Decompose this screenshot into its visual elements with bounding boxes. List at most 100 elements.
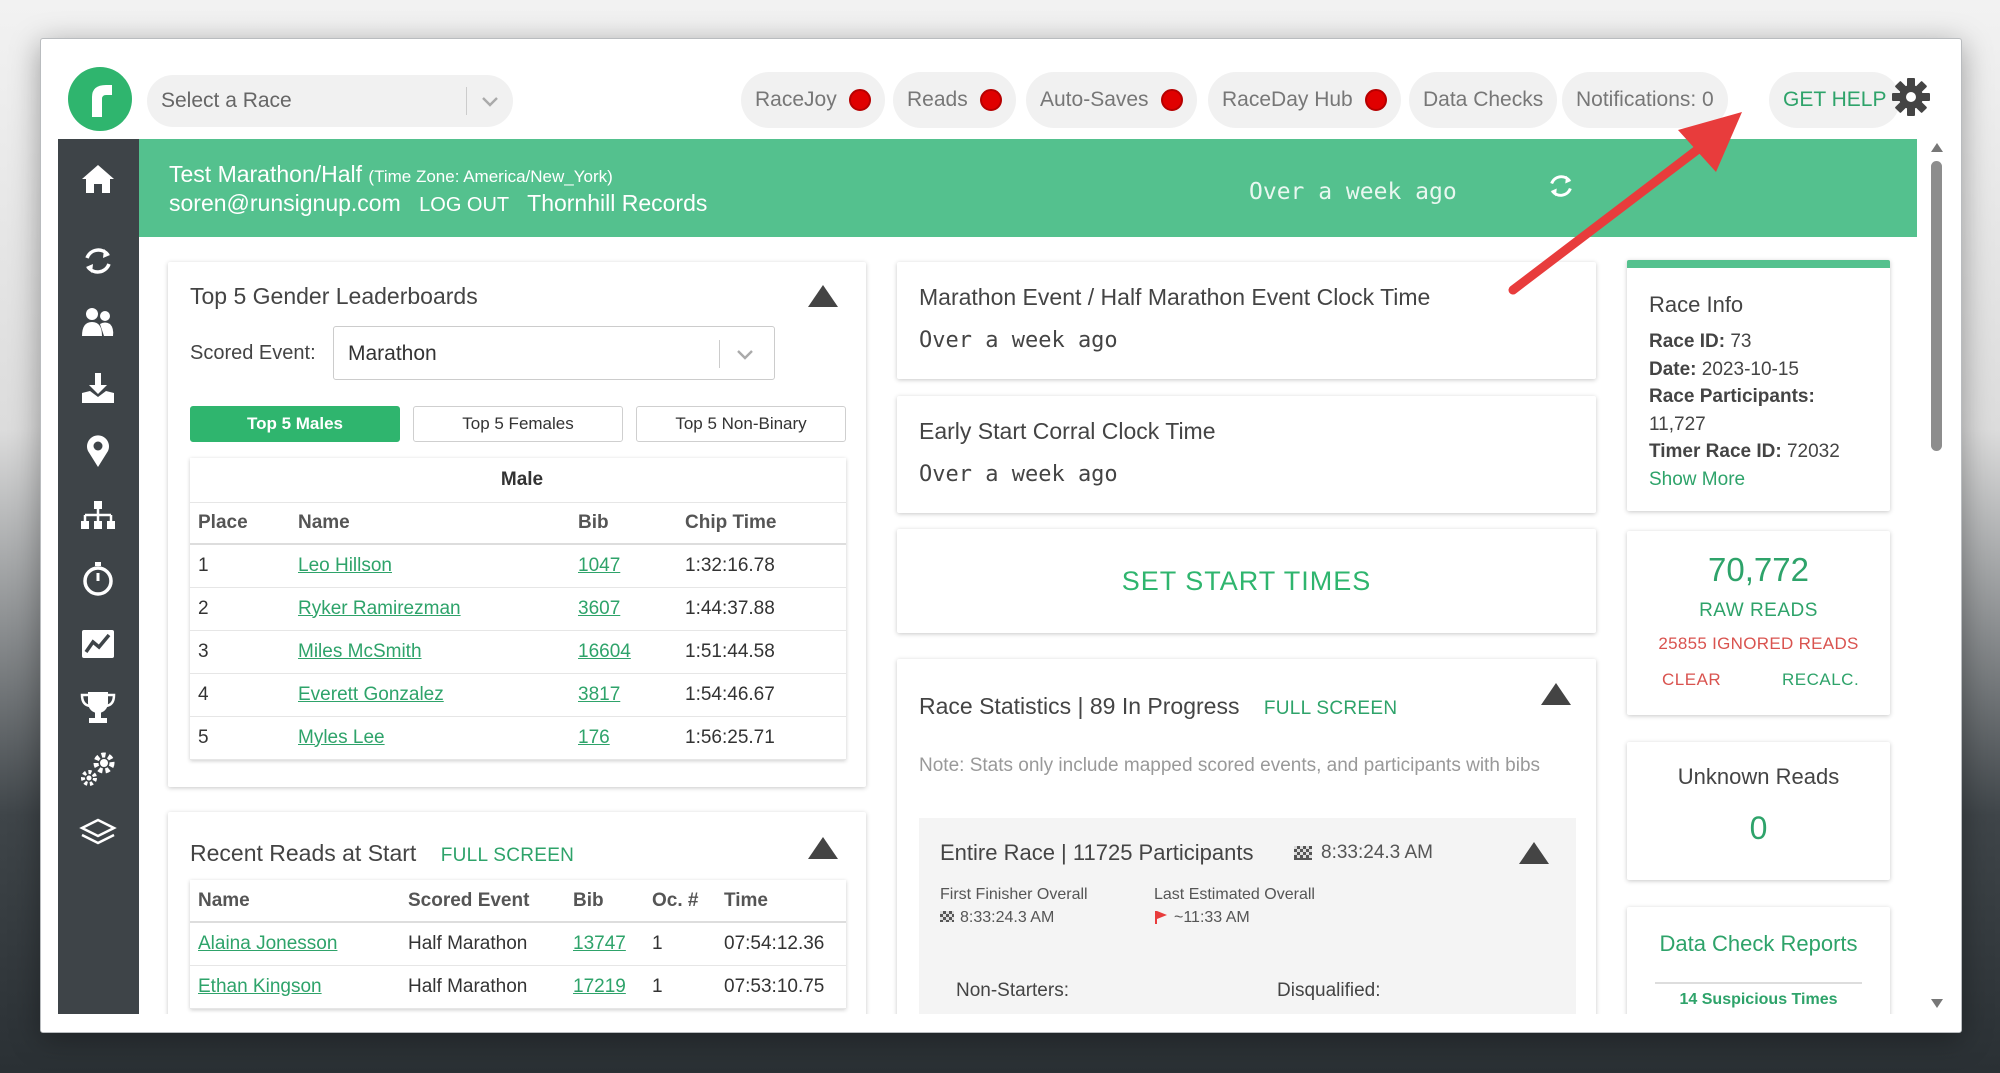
race-info-card: Race Info Race ID: 73 Date: 2023-10-15 R… [1627, 260, 1890, 511]
runner-name-link[interactable]: Myles Lee [298, 727, 385, 748]
suspicious-times-link[interactable]: 14 Suspicious Times [1627, 991, 1890, 1009]
location-pin-icon[interactable] [78, 431, 118, 471]
runner-name-link[interactable]: Alaina Jonesson [198, 933, 337, 954]
auto-saves-label: Auto-Saves [1040, 88, 1149, 111]
bib-link[interactable]: 3607 [578, 598, 620, 619]
bib-link[interactable]: 1047 [578, 555, 620, 576]
scored-event-select[interactable]: Marathon [333, 326, 775, 380]
reads-status-pill[interactable]: Reads [893, 72, 1016, 128]
table-row: Alaina Jonesson Half Marathon 13747 1 07:54:… [190, 922, 846, 966]
auto-saves-status-pill[interactable]: Auto-Saves [1026, 72, 1197, 128]
bib-link[interactable]: 16604 [578, 641, 631, 662]
race-info-details: Race ID: 73 Date: 2023-10-15 Race Partic… [1649, 328, 1879, 493]
data-checks-label: Data Checks [1423, 88, 1544, 111]
bib-cell: 13747 [565, 922, 644, 966]
clear-reads-button[interactable]: CLEAR [1662, 670, 1721, 690]
set-start-times-button[interactable]: SET START TIMES [897, 529, 1596, 633]
runner-name-link[interactable]: Leo Hillson [298, 555, 392, 576]
settings-gears-icon[interactable] [78, 749, 118, 789]
table-row: 4 Everett Gonzalez 3817 1:54:46.67 [190, 673, 846, 717]
table-row: 2 Ryker Ramirezman 3607 1:44:37.88 [190, 587, 846, 631]
race-name: Test Marathon/Half [169, 161, 363, 187]
participants-icon[interactable] [78, 304, 118, 344]
chart-icon[interactable] [78, 624, 118, 664]
scroll-up-arrow-icon[interactable] [1931, 143, 1943, 152]
scroll-down-arrow-icon[interactable] [1931, 999, 1943, 1008]
leaderboards-title: Top 5 Gender Leaderboards [190, 283, 478, 309]
bib-link[interactable]: 3817 [578, 684, 620, 705]
runner-name-link[interactable]: Everett Gonzalez [298, 684, 444, 705]
logout-link[interactable]: LOG OUT [419, 194, 509, 216]
participants-label: Race Participants: [1649, 386, 1815, 407]
recent-reads-table: Name Scored Event Bib Oc. # Time Alaina … [190, 880, 846, 1009]
raw-reads-count: 70,772 [1708, 551, 1809, 588]
race-id-label: Race ID: [1649, 331, 1726, 352]
recalc-reads-button[interactable]: RECALC. [1782, 670, 1859, 690]
home-icon[interactable] [78, 159, 118, 199]
time-cell: 07:53:10.75 [716, 965, 846, 1009]
runsignup-logo[interactable] [68, 67, 132, 131]
race-stats-note: Note: Stats only include mapped scored e… [919, 755, 1541, 776]
runner-name-link[interactable]: Ryker Ramirezman [298, 598, 461, 619]
participants-value: 11,727 [1649, 413, 1706, 435]
status-dot-icon [1160, 89, 1183, 111]
stopwatch-icon[interactable] [78, 559, 118, 599]
collapse-triangle-icon[interactable] [1541, 683, 1571, 705]
get-help-label: GET HELP [1783, 88, 1887, 111]
recent-reads-fullscreen-link[interactable]: FULL SCREEN [441, 845, 575, 866]
bib-link[interactable]: 13747 [573, 933, 626, 954]
place-cell: 5 [190, 716, 290, 760]
unknown-reads-count: 0 [1749, 810, 1768, 846]
get-help-button[interactable]: GET HELP [1769, 72, 1901, 128]
bib-link[interactable]: 17219 [573, 976, 626, 997]
clock-time-value: Over a week ago [919, 462, 1118, 487]
notifications-label: Notifications: 0 [1576, 88, 1714, 111]
show-more-link[interactable]: Show More [1649, 466, 1879, 494]
tab-top-females[interactable]: Top 5 Females [413, 406, 623, 442]
place-cell: 1 [190, 544, 290, 588]
trophy-icon[interactable] [78, 687, 118, 727]
data-checks-pill[interactable]: Data Checks [1409, 72, 1558, 128]
place-cell: 2 [190, 587, 290, 631]
refresh-icon[interactable] [1544, 169, 1578, 203]
collapse-triangle-icon[interactable] [808, 837, 838, 859]
column-header: Name [190, 880, 400, 923]
name-cell: Alaina Jonesson [190, 922, 400, 966]
racejoy-status-pill[interactable]: RaceJoy [741, 72, 885, 128]
last-updated-text: Over a week ago [1249, 179, 1457, 205]
tab-top-non-binary[interactable]: Top 5 Non-Binary [636, 406, 846, 442]
status-dot-icon [979, 89, 1002, 111]
table-row: 1 Leo Hillson 1047 1:32:16.78 [190, 544, 846, 588]
non-starters-label: Non-Starters: [956, 980, 1069, 1001]
runner-name-link[interactable]: Ethan Kingson [198, 976, 322, 997]
chip-time-cell: 1:32:16.78 [677, 544, 846, 588]
column-header: Time [716, 880, 846, 923]
notifications-pill[interactable]: Notifications: 0 [1562, 72, 1728, 128]
bib-link[interactable]: 176 [578, 727, 610, 748]
divider [1655, 982, 1862, 984]
raceday-hub-status-pill[interactable]: RaceDay Hub [1208, 72, 1401, 128]
tab-top-males[interactable]: Top 5 Males [190, 406, 400, 442]
race-select[interactable]: Select a Race [147, 75, 513, 127]
runner-name-link[interactable]: Miles McSmith [298, 641, 422, 662]
scroll-thumb[interactable] [1931, 161, 1942, 451]
raceday-hub-label: RaceDay Hub [1222, 88, 1353, 111]
race-stats-fullscreen-link[interactable]: FULL SCREEN [1264, 698, 1398, 719]
unknown-reads-title: Unknown Reads [1677, 764, 1840, 789]
set-start-times-label: SET START TIMES [1121, 565, 1372, 596]
name-cell: Everett Gonzalez [290, 673, 570, 717]
sidebar [58, 139, 139, 1014]
chevron-down-icon [737, 350, 753, 360]
layers-icon[interactable] [78, 814, 118, 854]
download-icon[interactable] [78, 369, 118, 409]
page-scrollbar[interactable] [1925, 139, 1949, 1014]
last-estimated: ~11:33 AM [1154, 909, 1250, 927]
gear-icon[interactable] [1890, 76, 1932, 118]
raw-reads-card: 70,772 RAW READS 25855 IGNORED READS CLE… [1627, 531, 1890, 715]
timer-id-label: Timer Race ID: [1649, 441, 1782, 462]
collapse-triangle-icon[interactable] [808, 285, 838, 307]
collapse-triangle-icon[interactable] [1519, 842, 1549, 864]
sync-icon[interactable] [78, 241, 118, 281]
table-row: Ethan Kingson Half Marathon 17219 1 07:53:10… [190, 965, 846, 1009]
hierarchy-icon[interactable] [78, 497, 118, 537]
